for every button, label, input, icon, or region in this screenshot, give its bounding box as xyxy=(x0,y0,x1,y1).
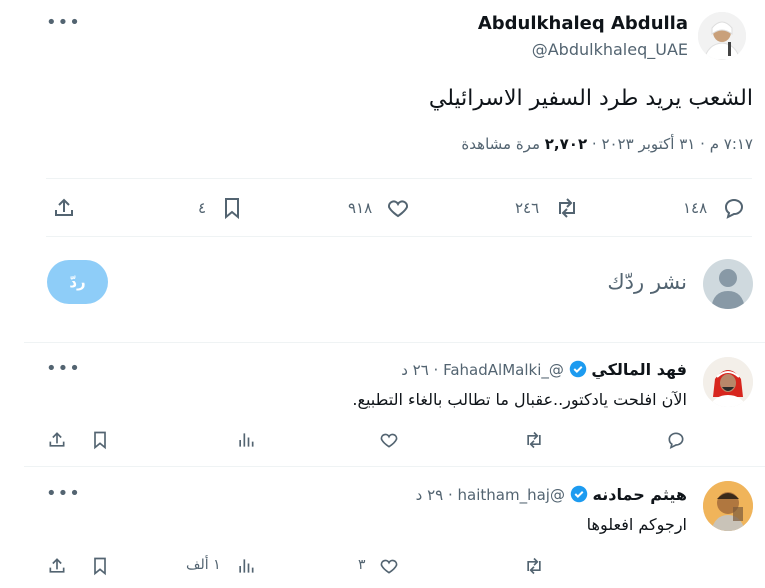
current-user-avatar[interactable] xyxy=(703,259,753,309)
reply-bubble-icon[interactable] xyxy=(722,196,746,220)
author-name[interactable]: Abdulkhaleq Abdulla xyxy=(478,13,688,34)
like-count: ٣ xyxy=(358,557,366,573)
retweet-count: ٢٤٦ xyxy=(515,199,540,217)
author-avatar[interactable] xyxy=(698,12,746,60)
heart-icon[interactable] xyxy=(379,556,399,576)
reply-header: فهد المالكي @_FahadAlMalki · ٢٦ د xyxy=(401,360,687,379)
share-icon[interactable] xyxy=(47,430,67,450)
retweet-icon[interactable] xyxy=(554,196,580,220)
reply-age[interactable]: ٢٦ د xyxy=(401,361,429,379)
reply-bubble-icon[interactable] xyxy=(666,430,686,450)
reply-text: ارجوكم افعلوها xyxy=(586,515,687,534)
views-count: ٢,٧٠٢ xyxy=(544,135,588,153)
tweet-time[interactable]: ٧:١٧ م xyxy=(710,135,753,153)
tweet-meta: ٧:١٧ م · ٣١ أكتوبر ٢٠٢٣ · ٢,٧٠٢ مرة مشاه… xyxy=(461,135,753,153)
more-options-icon[interactable]: ••• xyxy=(46,14,81,32)
like-count: ٩١٨ xyxy=(348,199,373,217)
tweet-text: الشعب يريد طرد السفير الاسرائيلي xyxy=(428,86,753,111)
reply-count: ١٤٨ xyxy=(683,199,708,217)
tweet-date[interactable]: ٣١ أكتوبر ٢٠٢٣ xyxy=(601,135,695,153)
reply-author-name[interactable]: فهد المالكي xyxy=(591,360,687,379)
views-count: ١ ألف xyxy=(186,557,221,573)
reply-author-handle[interactable]: @haitham_haj xyxy=(458,486,565,504)
more-options-icon[interactable]: ••• xyxy=(46,360,81,378)
reply-composer-input[interactable]: نشر ردّك xyxy=(607,270,687,294)
views-label: مرة مشاهدة xyxy=(461,135,540,153)
retweet-icon[interactable] xyxy=(523,556,545,576)
views-icon[interactable] xyxy=(236,556,256,576)
more-options-icon[interactable]: ••• xyxy=(46,485,81,503)
reply-author-avatar[interactable] xyxy=(703,357,753,407)
reply-text: الآن افلحت يادكتور..عقبال ما تطالب بالغا… xyxy=(352,390,687,409)
verified-badge-icon xyxy=(569,360,587,378)
reply-author-handle[interactable]: @_FahadAlMalki xyxy=(443,361,564,379)
reply-author-name[interactable]: هيثم حمادنه xyxy=(593,485,687,504)
reply-button[interactable]: ردّ xyxy=(47,260,108,304)
reply-age[interactable]: ٢٩ د xyxy=(416,486,444,504)
bookmark-icon[interactable] xyxy=(90,430,110,450)
author-handle[interactable]: @Abdulkhaleq_UAE xyxy=(532,40,688,59)
retweet-icon[interactable] xyxy=(523,430,545,450)
views-icon[interactable] xyxy=(236,430,256,450)
bookmark-count: ٤ xyxy=(198,199,207,217)
bookmark-icon[interactable] xyxy=(90,556,110,576)
heart-icon[interactable] xyxy=(379,430,399,450)
reply-header: هيثم حمادنه @haitham_haj · ٢٩ د xyxy=(415,485,687,504)
heart-icon[interactable] xyxy=(386,196,410,220)
bookmark-icon[interactable] xyxy=(220,196,244,220)
reply-author-avatar[interactable] xyxy=(703,481,753,531)
verified-badge-icon xyxy=(570,485,588,503)
share-icon[interactable] xyxy=(52,196,76,220)
share-icon[interactable] xyxy=(47,556,67,576)
